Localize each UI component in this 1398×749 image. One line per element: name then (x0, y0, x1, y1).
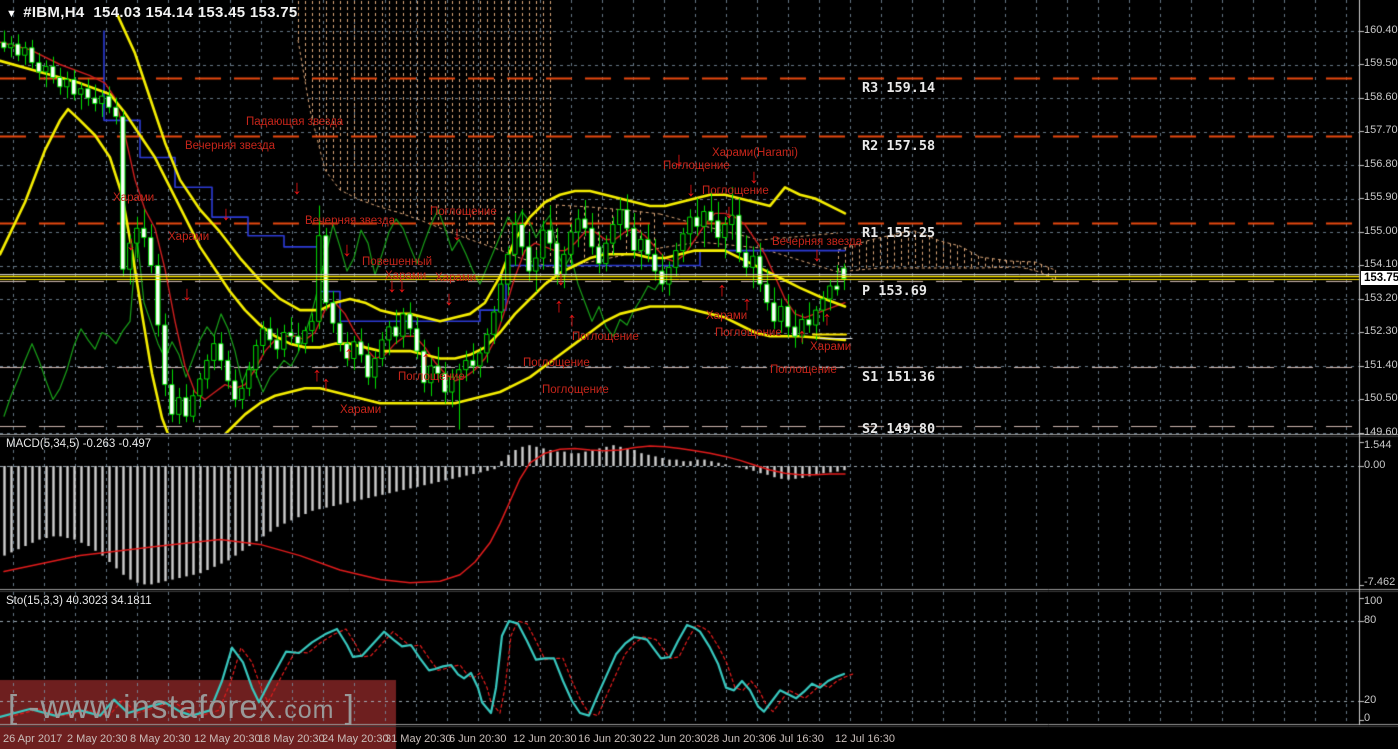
price-chart-canvas[interactable] (0, 0, 1398, 749)
mt4-chart-window: ▼ #IBM,H4 154.03 154.14 153.45 153.75 MAC… (0, 0, 1398, 749)
